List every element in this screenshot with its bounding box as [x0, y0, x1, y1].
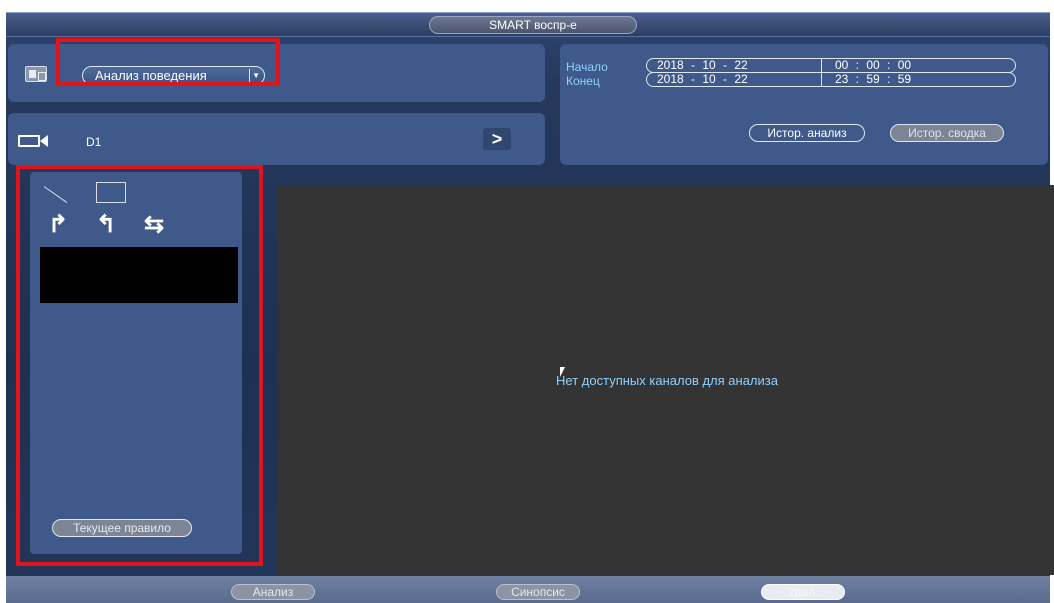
rule-list[interactable] [40, 247, 238, 303]
draw-rectangle-tool-icon[interactable] [96, 182, 126, 203]
window-title: SMART воспр-е [429, 16, 637, 34]
direction-both-icon[interactable]: ⇆ [144, 210, 164, 239]
mouse-cursor-icon [560, 367, 565, 377]
field-divider [821, 59, 822, 72]
direction-left-icon[interactable]: ↰ [96, 210, 116, 239]
end-label: Конец [566, 74, 600, 88]
direction-right-icon[interactable]: ↱ [48, 210, 68, 239]
analysis-button[interactable]: Анализ [231, 584, 315, 600]
analysis-mode-value: Анализ поведения [95, 68, 207, 83]
no-channels-message: Нет доступных каналов для анализа [556, 373, 778, 388]
video-preview-area[interactable]: Нет доступных каналов для анализа [278, 185, 1054, 575]
history-summary-button[interactable]: Истор. сводка [890, 124, 1004, 142]
draw-line-tool-icon[interactable] [43, 186, 68, 203]
analysis-mode-select[interactable]: Анализ поведения ▼ [82, 66, 265, 85]
end-datetime-field[interactable]: 2018 - 10 - 22 23 : 59 : 59 [646, 72, 1016, 87]
channel-panel: D1 > [8, 113, 545, 165]
history-analysis-button[interactable]: Истор. анализ [749, 124, 865, 142]
time-range-panel: Начало Конец 2018 - 10 - 22 00 : 00 : 00… [560, 44, 1048, 165]
current-rule-button[interactable]: Текущее правило [52, 519, 192, 537]
rule-tools-panel: ↱ ↰ ⇆ Текущее правило [30, 172, 242, 554]
channel-name: D1 [86, 135, 102, 149]
end-time[interactable]: 23 : 59 : 59 [835, 73, 911, 86]
bottom-toolbar: Анализ Синопсис Удал. [6, 576, 1050, 603]
start-time[interactable]: 00 : 00 : 00 [835, 59, 911, 72]
end-date[interactable]: 2018 - 10 - 22 [657, 73, 817, 86]
delete-button[interactable]: Удал. [761, 584, 845, 600]
start-datetime-field[interactable]: 2018 - 10 - 22 00 : 00 : 00 [646, 58, 1016, 73]
field-divider [821, 73, 822, 86]
start-label: Начало [566, 60, 608, 74]
mode-panel: Анализ поведения ▼ [8, 44, 545, 102]
camera-icon [18, 135, 48, 147]
chevron-down-icon[interactable]: ▼ [249, 69, 260, 82]
synopsis-button[interactable]: Синопсис [496, 584, 580, 600]
next-channel-button[interactable]: > [483, 128, 511, 150]
multi-view-icon[interactable] [25, 66, 47, 82]
start-date[interactable]: 2018 - 10 - 22 [657, 59, 817, 72]
title-bar: SMART воспр-е [6, 13, 1050, 37]
